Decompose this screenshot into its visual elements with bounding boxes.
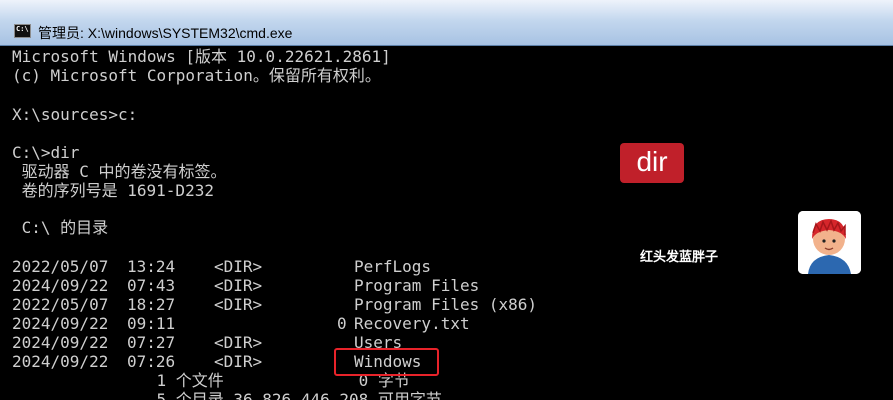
entry-tag: <DIR> xyxy=(214,257,263,276)
window-title: 管理员: X:\windows\SYSTEM32\cmd.exe xyxy=(38,25,293,41)
entry-name: Program Files xyxy=(354,276,480,295)
entry-tag: <DIR> xyxy=(214,276,263,295)
screen: C:\ 管理员: X:\windows\SYSTEM32\cmd.exe Mic… xyxy=(0,0,893,400)
entry-time: 07:27 xyxy=(127,333,176,352)
console-line: 卷的序列号是 1691-D232 xyxy=(12,181,214,200)
entry-date: 2022/05/07 xyxy=(12,257,109,276)
console-line: C:\>dir xyxy=(12,143,80,162)
console-icon-text: C:\ xyxy=(16,25,29,33)
console-line: X:\sources>c: xyxy=(12,105,138,124)
console-line: Microsoft Windows [版本 10.0.22621.2861] xyxy=(12,47,391,66)
dir-badge: dir xyxy=(620,143,684,183)
entry-name: PerfLogs xyxy=(354,257,432,276)
entry-tag: <DIR> xyxy=(214,352,263,371)
entry-time: 13:24 xyxy=(127,257,176,276)
entry-date: 2024/09/22 xyxy=(12,352,109,371)
watermark: 红头发蓝胖子 xyxy=(640,250,719,265)
entry-name: Recovery.txt xyxy=(354,314,470,333)
entry-name: Program Files (x86) xyxy=(354,295,538,314)
highlight-box xyxy=(334,348,439,376)
entry-date: 2024/09/22 xyxy=(12,314,109,333)
console-icon[interactable]: C:\ xyxy=(14,24,31,38)
entry-date: 2022/05/07 xyxy=(12,295,109,314)
cartoon-avatar-icon xyxy=(798,211,861,274)
entry-tag: <DIR> xyxy=(214,333,263,352)
entry-time: 07:43 xyxy=(127,276,176,295)
console-line: 驱动器 C 中的卷没有标签。 xyxy=(12,162,227,181)
console-output[interactable]: Microsoft Windows [版本 10.0.22621.2861] (… xyxy=(0,46,893,400)
entry-tag: <DIR> xyxy=(214,295,263,314)
title-bar[interactable]: C:\ 管理员: X:\windows\SYSTEM32\cmd.exe xyxy=(0,0,893,46)
entry-time: 07:26 xyxy=(127,352,176,371)
entry-date: 2024/09/22 xyxy=(12,333,109,352)
console-line: (c) Microsoft Corporation。保留所有权利。 xyxy=(12,66,381,85)
console-line: C:\ 的目录 xyxy=(12,218,109,237)
entry-time: 09:11 xyxy=(127,314,176,333)
entry-time: 18:27 xyxy=(127,295,176,314)
entry-size: 0 xyxy=(337,314,347,333)
summary-dirs: 5 个目录 36,826,446,208 可用字节 xyxy=(12,390,442,400)
entry-date: 2024/09/22 xyxy=(12,276,109,295)
